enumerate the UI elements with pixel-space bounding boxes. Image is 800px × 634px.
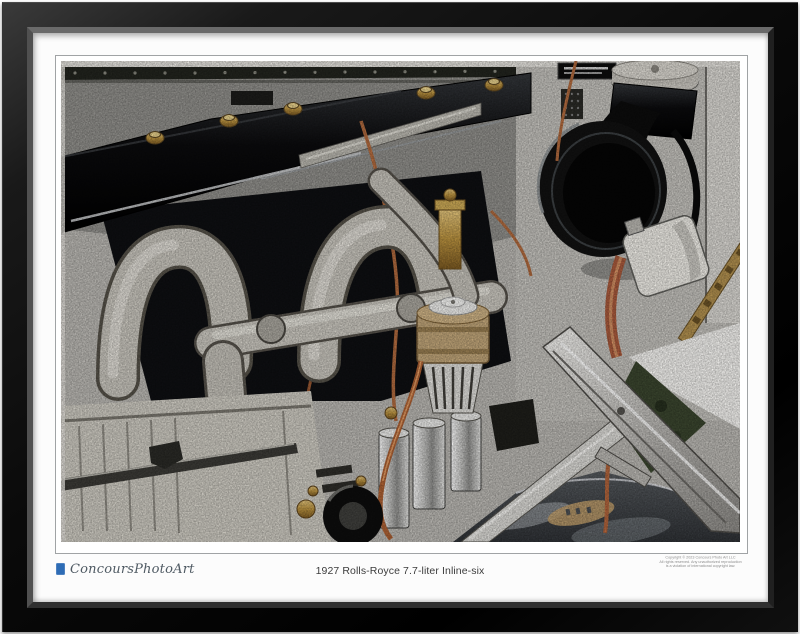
engine-photo-art: [61, 61, 740, 542]
print-copyright: Copyright © 2023 Concours Photo Art LLC …: [654, 556, 747, 569]
engine-photo: [61, 61, 740, 542]
framed-art-print: ConcoursPhotoArt 1927 Rolls-Royce 7.7-li…: [0, 0, 800, 634]
copyright-line-3: is a violation of international copyrigh…: [654, 565, 747, 569]
